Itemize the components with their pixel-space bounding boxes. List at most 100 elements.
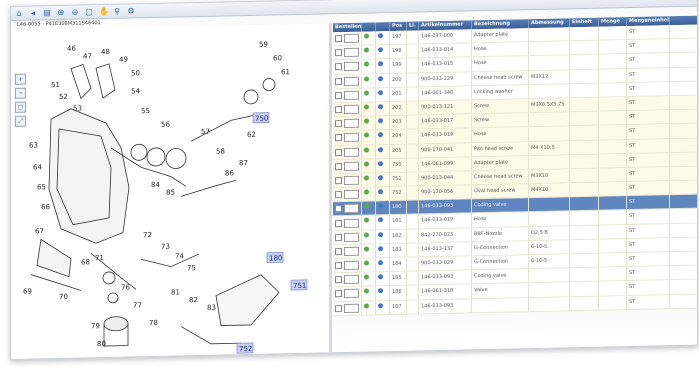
callout-number[interactable]: 56 <box>161 121 170 129</box>
select-checkbox[interactable] <box>335 219 342 227</box>
callout-number[interactable]: 71 <box>95 254 104 262</box>
highlight-callout[interactable]: 751 <box>293 282 306 290</box>
callout-number[interactable]: 53 <box>73 104 82 112</box>
info-icon[interactable] <box>378 47 383 53</box>
column-header[interactable]: Li. <box>407 21 419 31</box>
callout-number[interactable]: 67 <box>35 227 44 235</box>
callout-number[interactable]: 47 <box>83 52 92 60</box>
callout-number[interactable]: 59 <box>259 41 268 49</box>
callout-number[interactable]: 54 <box>131 87 140 95</box>
select-checkbox[interactable] <box>335 276 342 284</box>
info-icon[interactable] <box>378 33 383 39</box>
fit-page-icon[interactable]: ▢ <box>15 101 26 113</box>
quantity-input[interactable] <box>344 204 359 214</box>
info-icon[interactable] <box>378 146 383 152</box>
select-checkbox[interactable] <box>335 162 342 170</box>
info-icon[interactable] <box>378 302 383 308</box>
callout-number[interactable]: 78 <box>149 319 158 327</box>
callout-number[interactable]: 61 <box>281 68 290 76</box>
callout-number[interactable]: 87 <box>239 159 248 167</box>
select-checkbox[interactable] <box>335 191 342 199</box>
quantity-input[interactable] <box>344 147 359 157</box>
info-icon[interactable] <box>378 118 383 124</box>
zoom-out-icon[interactable]: − <box>15 87 26 99</box>
callout-number[interactable]: 48 <box>101 48 110 56</box>
info-icon[interactable] <box>378 274 383 280</box>
info-icon[interactable] <box>378 160 383 166</box>
select-checkbox[interactable] <box>335 63 342 71</box>
select-checkbox[interactable] <box>335 134 342 142</box>
select-checkbox[interactable] <box>335 262 342 270</box>
quantity-input[interactable] <box>344 218 359 228</box>
info-icon[interactable] <box>378 175 383 181</box>
column-header[interactable] <box>376 22 390 32</box>
zoom-out-icon[interactable]: ⊖ <box>71 7 79 16</box>
quantity-input[interactable] <box>344 76 359 86</box>
info-icon[interactable] <box>378 245 383 252</box>
fit-icon[interactable]: ▢ <box>85 7 93 16</box>
callout-number[interactable]: 80 <box>97 340 106 348</box>
select-checkbox[interactable] <box>335 177 342 185</box>
quantity-input[interactable] <box>344 303 359 313</box>
settings-icon[interactable]: ⚙ <box>127 6 135 15</box>
select-checkbox[interactable] <box>335 35 342 43</box>
callout-number[interactable]: 83 <box>207 304 216 312</box>
quantity-input[interactable] <box>344 189 359 200</box>
select-checkbox[interactable] <box>335 49 342 57</box>
highlight-callout[interactable]: 752 <box>239 345 252 353</box>
back-icon[interactable]: ◂ <box>29 8 37 17</box>
callout-number[interactable]: 64 <box>33 163 42 171</box>
callout-number[interactable]: 85 <box>166 189 175 197</box>
select-checkbox[interactable] <box>335 148 342 156</box>
callout-number[interactable]: 55 <box>141 107 150 115</box>
callout-number[interactable]: 79 <box>91 322 100 330</box>
callout-number[interactable]: 82 <box>189 296 198 304</box>
callout-number[interactable]: 65 <box>37 183 46 191</box>
callout-number[interactable]: 74 <box>175 252 184 260</box>
callout-number[interactable]: 84 <box>151 181 160 189</box>
select-checkbox[interactable] <box>335 77 342 85</box>
info-icon[interactable] <box>378 189 383 195</box>
info-icon[interactable] <box>378 231 383 237</box>
callout-number[interactable]: 52 <box>59 93 68 101</box>
callout-number[interactable]: 63 <box>29 141 38 149</box>
fullscreen-icon[interactable]: ⤢ <box>15 115 26 127</box>
callout-number[interactable]: 76 <box>121 283 130 291</box>
info-icon[interactable] <box>378 217 383 223</box>
quantity-input[interactable] <box>344 175 359 185</box>
select-checkbox[interactable] <box>335 304 342 312</box>
exploded-drawing[interactable]: + − ▢ ⤢ 46 47 48 49 50 51 52 53 54 55 56… <box>11 23 329 359</box>
zoom-in-icon[interactable]: + <box>15 73 26 85</box>
select-checkbox[interactable] <box>335 120 342 128</box>
quantity-input[interactable] <box>344 33 359 44</box>
callout-number[interactable]: 72 <box>143 231 152 239</box>
quantity-input[interactable] <box>344 260 359 271</box>
callout-number[interactable]: 50 <box>131 69 140 77</box>
column-header[interactable]: Pos <box>390 21 407 32</box>
callout-number[interactable]: 86 <box>225 169 234 177</box>
callout-number[interactable]: 66 <box>41 203 50 211</box>
callout-number[interactable]: 62 <box>247 131 256 139</box>
select-checkbox[interactable] <box>335 290 342 298</box>
pane-splitter[interactable] <box>329 23 332 353</box>
select-checkbox[interactable] <box>335 205 342 213</box>
column-header[interactable] <box>362 22 376 32</box>
home-icon[interactable]: ⌂ <box>15 8 23 17</box>
callout-number[interactable]: 57 <box>201 128 210 136</box>
callout-number[interactable]: 49 <box>119 56 128 64</box>
callout-number[interactable]: 77 <box>133 301 142 309</box>
quantity-input[interactable] <box>344 246 359 256</box>
info-icon[interactable] <box>378 260 383 266</box>
highlight-callout[interactable]: 180 <box>269 254 282 262</box>
select-checkbox[interactable] <box>335 91 342 100</box>
search-icon[interactable]: ⚲ <box>113 6 121 15</box>
info-icon[interactable] <box>378 75 383 81</box>
info-icon[interactable] <box>378 61 383 67</box>
callout-number[interactable]: 51 <box>51 81 60 89</box>
select-checkbox[interactable] <box>335 106 342 114</box>
quantity-input[interactable] <box>344 62 359 72</box>
print-icon[interactable]: ▤ <box>43 8 51 17</box>
highlight-callout[interactable]: 750 <box>255 115 268 123</box>
quantity-input[interactable] <box>344 274 359 285</box>
info-icon[interactable] <box>378 288 383 294</box>
